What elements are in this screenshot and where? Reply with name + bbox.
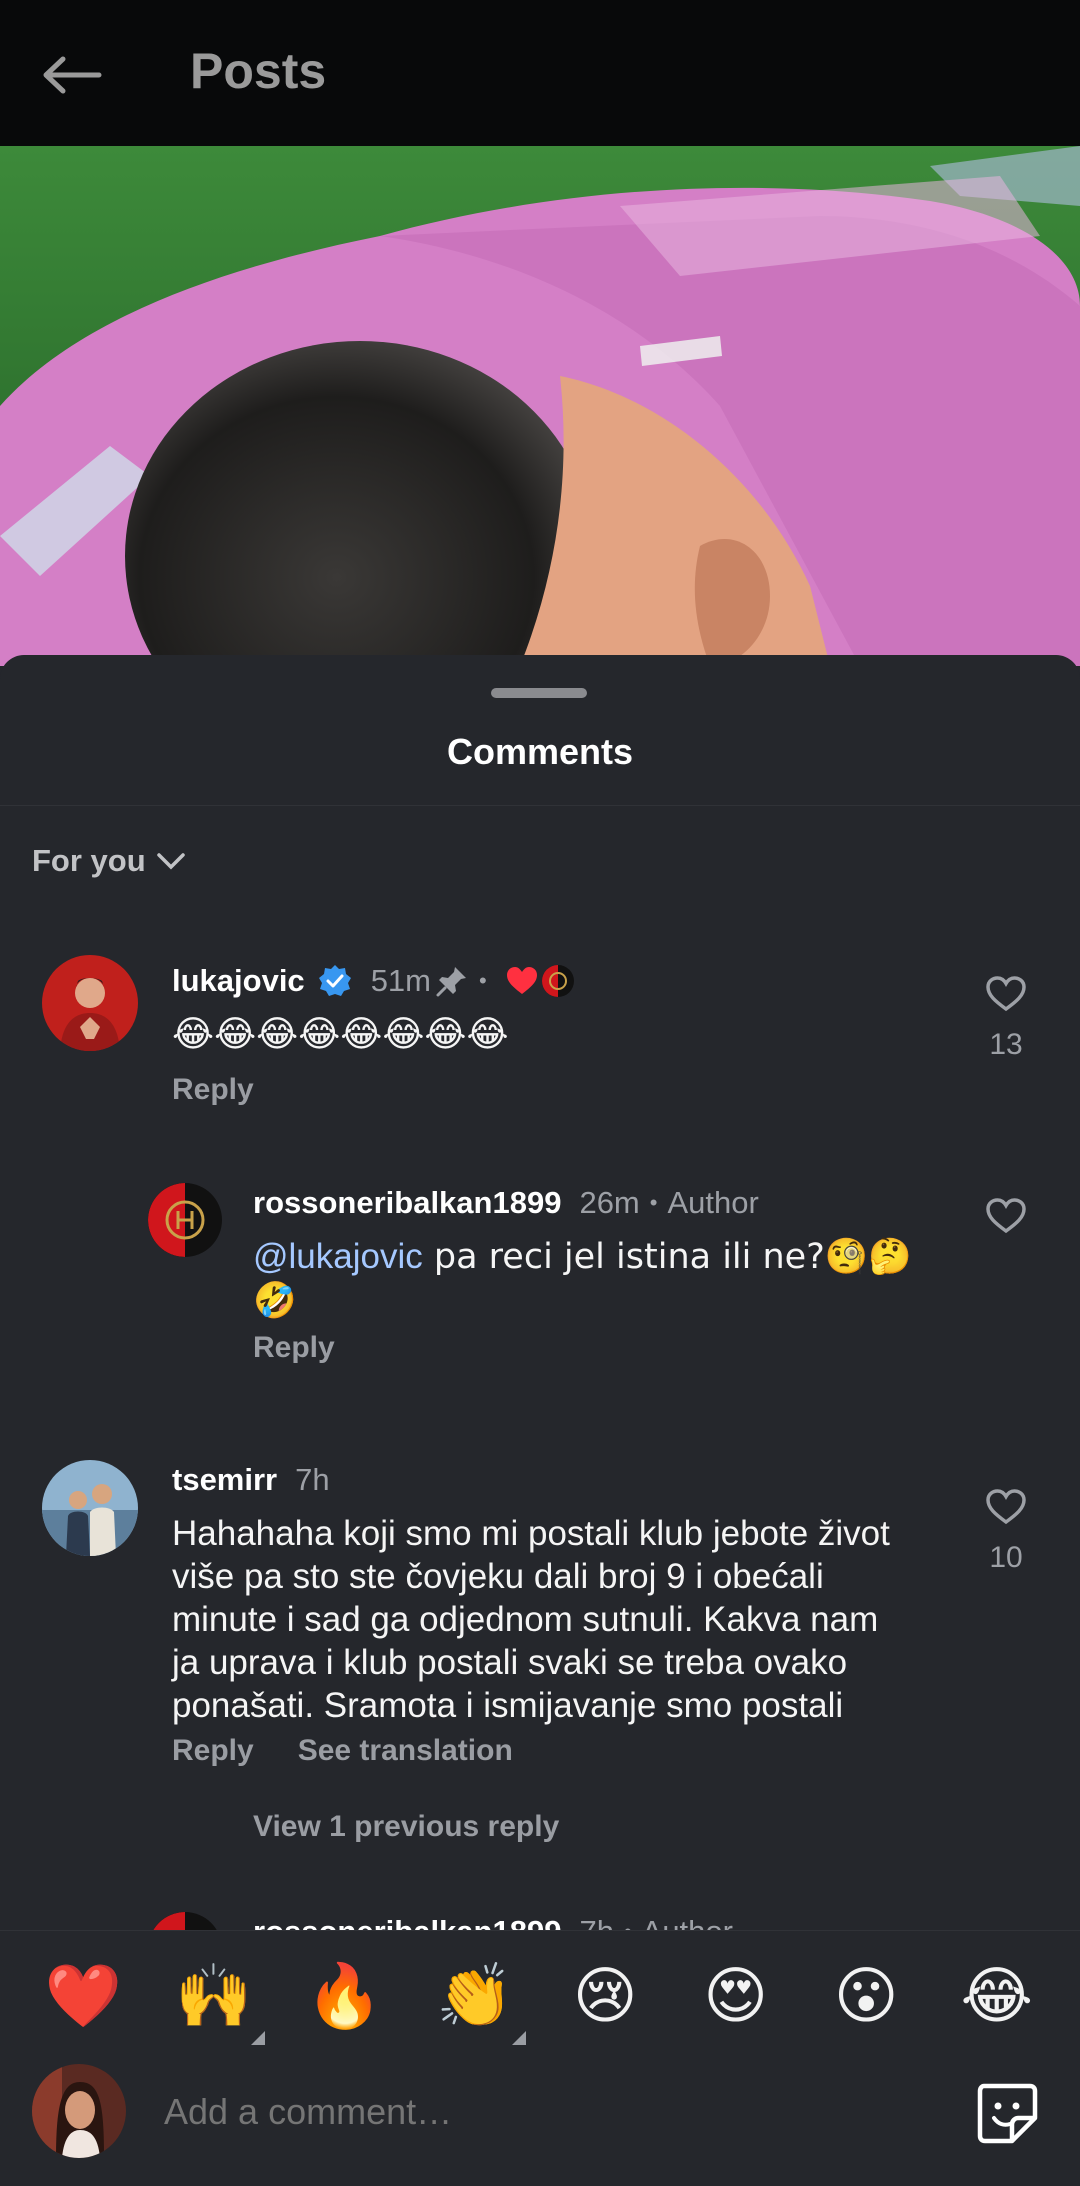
comment-line: ponašati. Sramota i ismijavanje smo post…: [172, 1686, 844, 1725]
current-user-avatar: [32, 2064, 126, 2158]
verified-badge-icon: [318, 965, 351, 996]
comment-text-body: pa reci jel istina ili ne?🧐🤔: [422, 1237, 912, 1277]
like-button[interactable]: 13: [966, 975, 1046, 1062]
creator-avatar-icon: [541, 965, 574, 997]
pin-icon: [436, 967, 466, 997]
comment-text: @lukajovic pa reci jel istina ili ne?🧐🤔 …: [253, 1235, 933, 1323]
reaction-emoji: 🙌: [175, 1958, 253, 2032]
reaction-crying[interactable]: 😢: [560, 1951, 650, 2041]
chevron-down-icon: [156, 853, 185, 870]
creator-liked-heart-icon: [506, 967, 537, 994]
comment-text: Hahahaha koji smo mi postali klub jebote…: [172, 1512, 952, 1727]
reply-button[interactable]: Reply: [172, 1073, 254, 1107]
comment-text: 😂😂😂😂😂😂😂😂: [172, 1014, 509, 1055]
reaction-laughing[interactable]: 😂: [952, 1951, 1042, 2041]
like-button[interactable]: [966, 1197, 1046, 1240]
filter-label: For you: [32, 843, 146, 878]
arrow-left-icon: [43, 56, 102, 94]
reaction-heart-eyes[interactable]: 😍: [691, 1951, 781, 2041]
reply-button[interactable]: Reply: [253, 1331, 335, 1365]
back-button[interactable]: [36, 42, 108, 108]
username[interactable]: rossoneribalkan1899: [253, 1185, 561, 1221]
separator-dot: •: [479, 968, 487, 993]
quick-reactions-bar: ❤️ 🙌 🔥 👏 😢 😍 😮 😂: [0, 1930, 1080, 2060]
page-title: Posts: [190, 43, 327, 99]
like-count: 10: [989, 1541, 1023, 1574]
reply-button[interactable]: Reply: [172, 1734, 254, 1768]
sheet-title: Comments: [446, 731, 634, 772]
like-count: 13: [989, 1028, 1023, 1061]
comment-composer: [0, 2060, 1080, 2186]
sticker-button[interactable]: [974, 2080, 1040, 2146]
skin-tone-indicator-icon: [250, 2030, 265, 2045]
heart-outline-icon: [986, 976, 1026, 1012]
separator-dot: •: [649, 1190, 658, 1215]
mention-link[interactable]: @lukajovic: [253, 1237, 423, 1276]
sort-filter-dropdown[interactable]: For you: [32, 843, 186, 879]
comment-time: 26m: [579, 1185, 640, 1220]
comment-actions: Reply See translation: [172, 1734, 513, 1768]
reaction-raised-hands[interactable]: 🙌: [169, 1951, 265, 2045]
reaction-surprised[interactable]: 😮: [821, 1951, 911, 2041]
post-image[interactable]: [0, 146, 1080, 666]
comment-actions: Reply: [172, 1073, 254, 1107]
comment-actions: Reply: [253, 1331, 335, 1365]
comment-time: 7h: [295, 1462, 330, 1497]
comment-header: tsemirr 7h: [172, 1462, 330, 1498]
like-button[interactable]: 10: [966, 1488, 1046, 1575]
avatar[interactable]: [148, 1183, 222, 1257]
skin-tone-indicator-icon: [511, 2030, 526, 2045]
view-replies-row: View 1 previous reply: [253, 1810, 559, 1844]
comment-line: minute i sad ga odjednom sutnuli. Kakva …: [172, 1600, 879, 1639]
heart-outline-icon: [986, 1489, 1026, 1525]
comment-header: rossoneribalkan1899 26m • Author: [253, 1185, 759, 1221]
comment-line: više pa sto ste čovjeku dali broj 9 i ob…: [172, 1557, 824, 1596]
username[interactable]: tsemirr: [172, 1462, 277, 1498]
reaction-clap[interactable]: 👏: [430, 1951, 526, 2045]
sticker-icon: [977, 2083, 1038, 2144]
reaction-fire[interactable]: 🔥: [299, 1951, 389, 2041]
app-root: Posts Comments For you lukajovic 51m • 😂…: [0, 0, 1080, 2186]
comment-time: 51m: [370, 963, 431, 998]
avatar[interactable]: [42, 1460, 138, 1556]
reaction-emoji: 👏: [436, 1958, 514, 2032]
comment-line: Hahahaha koji smo mi postali klub jebote…: [172, 1514, 890, 1553]
top-bar: Posts: [0, 0, 1080, 146]
drag-handle[interactable]: [491, 688, 587, 698]
username[interactable]: lukajovic: [172, 963, 305, 999]
avatar[interactable]: [42, 955, 138, 1051]
reaction-heart[interactable]: ❤️: [38, 1951, 128, 2041]
comment-input[interactable]: [164, 2084, 944, 2140]
see-translation-button[interactable]: See translation: [298, 1734, 513, 1768]
author-badge: Author: [667, 1185, 759, 1220]
comment-header: lukajovic 51m •: [172, 963, 575, 999]
heart-outline-icon: [986, 1198, 1026, 1234]
divider: [0, 805, 1080, 806]
post-photo: [0, 146, 1080, 666]
comment-line: ja uprava i klub postali svaki se treba …: [172, 1643, 848, 1682]
view-previous-replies-button[interactable]: View 1 previous reply: [253, 1810, 559, 1844]
comment-text-line2: 🤣: [253, 1281, 297, 1321]
